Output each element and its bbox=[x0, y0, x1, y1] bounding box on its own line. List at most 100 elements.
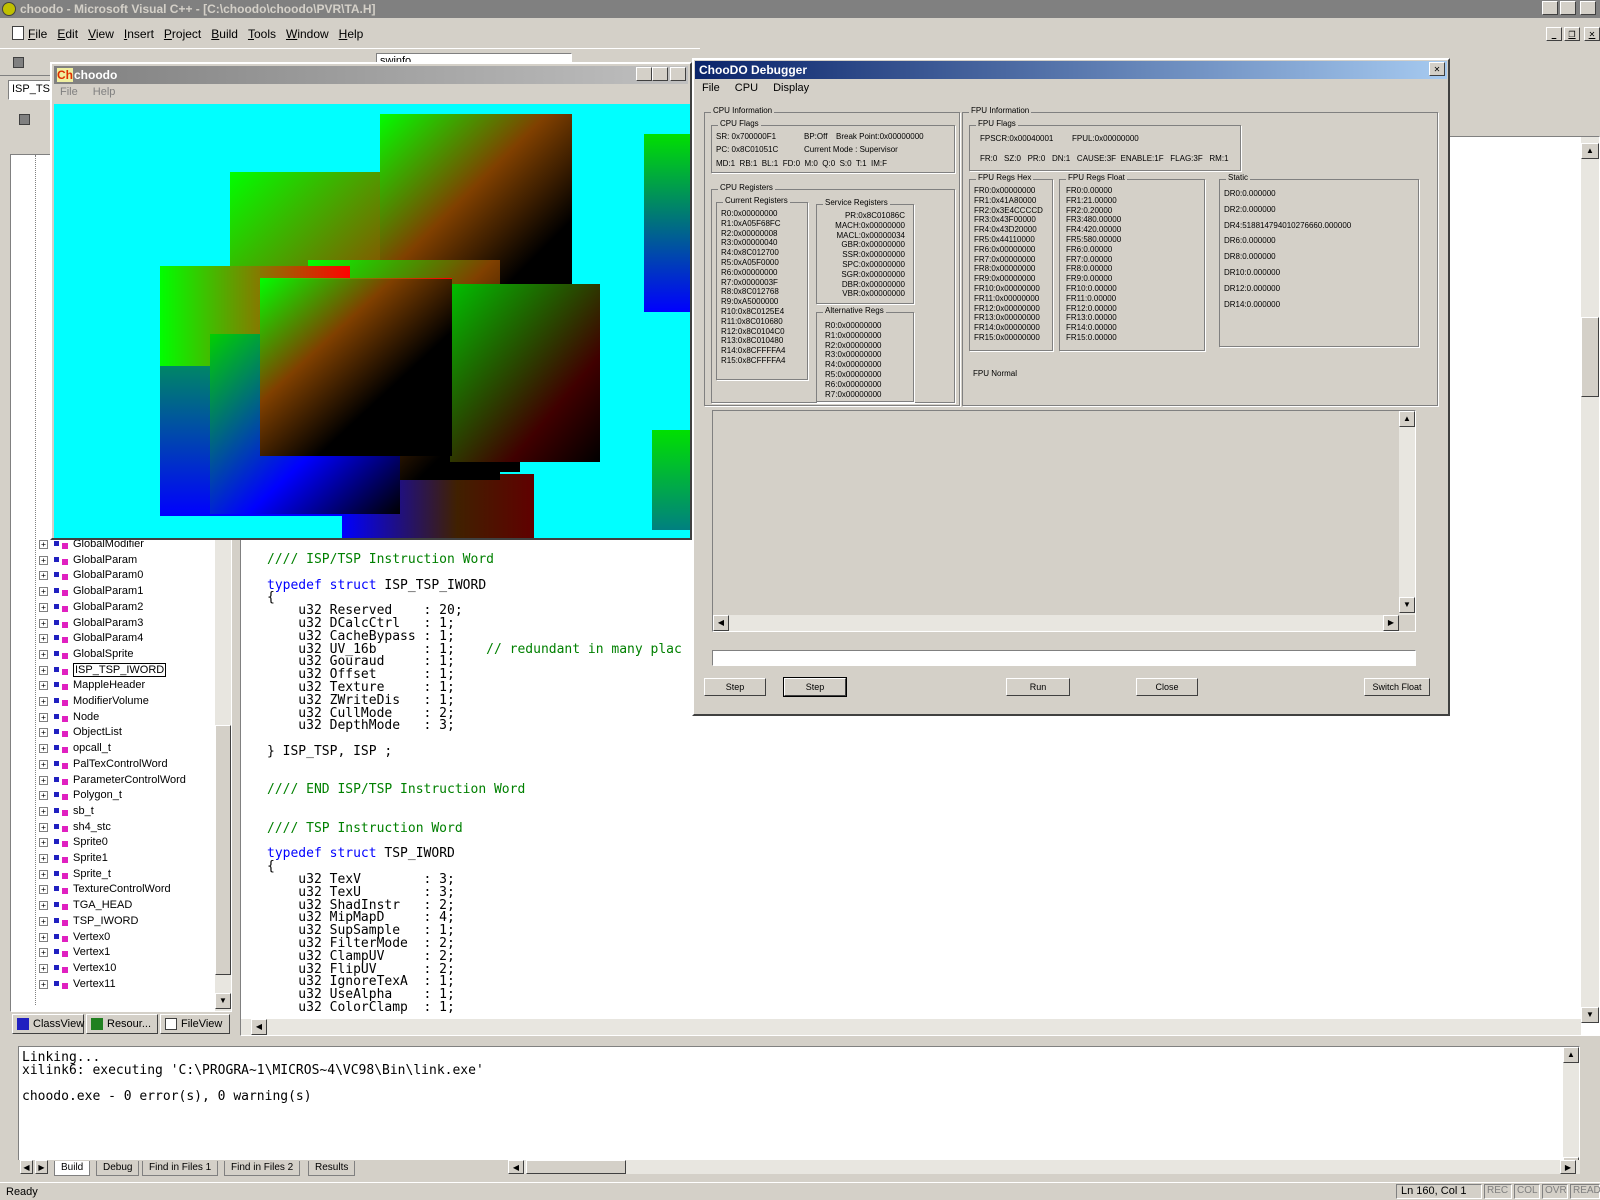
expand-icon[interactable]: + bbox=[39, 806, 48, 816]
output-tab-results[interactable]: Results bbox=[308, 1161, 356, 1176]
expand-icon[interactable]: + bbox=[39, 775, 48, 785]
expand-icon[interactable]: + bbox=[39, 759, 48, 769]
code-line[interactable]: u32 UseAlpha : 1; bbox=[267, 988, 1567, 1002]
code-line[interactable]: } ISP_TSP, ISP ; bbox=[267, 745, 1567, 759]
code-line[interactable]: u32 FlipUV : 2; bbox=[267, 963, 1567, 977]
menu-insert[interactable]: Insert bbox=[124, 27, 154, 41]
log-scroll-down[interactable]: ▼ bbox=[1399, 597, 1415, 613]
code-line[interactable]: u32 ShadInstr : 2; bbox=[267, 899, 1567, 913]
expand-icon[interactable]: + bbox=[39, 885, 48, 895]
code-line[interactable] bbox=[267, 836, 1567, 849]
code-line[interactable]: typedef struct TSP_IWORD bbox=[267, 847, 1567, 861]
output-tab-prev[interactable]: ◀ bbox=[20, 1160, 33, 1174]
tab-classview[interactable]: ClassView bbox=[12, 1014, 84, 1034]
step-button-2[interactable]: Step bbox=[783, 677, 847, 697]
choodo-close-button[interactable]: ✕ bbox=[670, 67, 686, 81]
menu-project[interactable]: Project bbox=[164, 27, 201, 41]
editor-vscrollbar[interactable]: ▲ ▼ bbox=[1581, 137, 1599, 1023]
output-tab-find1[interactable]: Find in Files 1 bbox=[142, 1161, 219, 1176]
doc-close-button[interactable]: ✕ bbox=[1584, 27, 1600, 41]
code-line[interactable]: u32 ClampUV : 2; bbox=[267, 950, 1567, 964]
tab-resourceview[interactable]: Resour... bbox=[86, 1014, 158, 1034]
tree-item[interactable]: + ObjectList bbox=[11, 725, 221, 741]
expand-icon[interactable]: + bbox=[39, 963, 48, 973]
tree-item[interactable]: + TextureControlWord bbox=[11, 882, 221, 898]
menu-build[interactable]: Build bbox=[211, 27, 238, 41]
log-hscrollbar[interactable]: ◀ ▶ bbox=[713, 615, 1399, 631]
tree-item[interactable]: + Sprite0 bbox=[11, 835, 221, 851]
tree-item[interactable]: + GlobalParam bbox=[11, 553, 221, 569]
output-hscroll-thumb[interactable] bbox=[526, 1160, 626, 1174]
expand-icon[interactable]: + bbox=[39, 649, 48, 659]
output-tab-debug[interactable]: Debug bbox=[96, 1161, 140, 1176]
step-button-1[interactable]: Step bbox=[704, 678, 766, 696]
code-line[interactable]: u32 TexU : 3; bbox=[267, 886, 1567, 900]
expand-icon[interactable]: + bbox=[39, 540, 48, 549]
code-line[interactable]: u32 ColorClamp : 1; bbox=[267, 1001, 1567, 1015]
output-hscroll-left[interactable]: ◀ bbox=[508, 1160, 524, 1174]
tree-item[interactable]: + Node bbox=[11, 710, 221, 726]
output-tab-build[interactable]: Build bbox=[54, 1161, 91, 1176]
log-scroll-up[interactable]: ▲ bbox=[1399, 411, 1415, 427]
code-line[interactable]: u32 DepthMode : 3; bbox=[267, 719, 1567, 733]
code-line[interactable]: //// END ISP/TSP Instruction Word bbox=[267, 783, 1567, 797]
menu-view[interactable]: View bbox=[88, 27, 114, 41]
tree-item[interactable]: + Vertex10 bbox=[11, 961, 221, 977]
output-scroll-up[interactable]: ▲ bbox=[1563, 1047, 1579, 1063]
choodo-menu-file[interactable]: File bbox=[60, 86, 78, 98]
output-hscroll-right[interactable]: ▶ bbox=[1560, 1160, 1576, 1174]
tree-item[interactable]: + ModifierVolume bbox=[11, 694, 221, 710]
expand-icon[interactable]: + bbox=[39, 901, 48, 911]
code-line[interactable]: u32 IgnoreTexA : 1; bbox=[267, 975, 1567, 989]
tab-fileview[interactable]: FileView bbox=[160, 1014, 230, 1034]
tree-item[interactable]: + Polygon_t bbox=[11, 788, 221, 804]
code-line[interactable]: u32 FilterMode : 2; bbox=[267, 937, 1567, 951]
close-button[interactable]: ✕ bbox=[1580, 1, 1596, 15]
output-tab-find2[interactable]: Find in Files 2 bbox=[224, 1161, 301, 1176]
expand-icon[interactable]: + bbox=[39, 602, 48, 612]
code-line[interactable] bbox=[267, 759, 1567, 772]
expand-icon[interactable]: + bbox=[39, 838, 48, 848]
expand-icon[interactable]: + bbox=[39, 555, 48, 565]
tree-item[interactable]: + Vertex11 bbox=[11, 977, 221, 993]
expand-icon[interactable]: + bbox=[39, 979, 48, 989]
choodo-menu-help[interactable]: Help bbox=[93, 86, 116, 98]
code-line[interactable]: { bbox=[267, 860, 1567, 874]
tree-item[interactable]: + sb_t bbox=[11, 804, 221, 820]
debugger-close-button[interactable]: ✕ bbox=[1429, 62, 1445, 76]
tree-item[interactable]: + opcall_t bbox=[11, 741, 221, 757]
expand-icon[interactable]: + bbox=[39, 697, 48, 706]
expand-icon[interactable]: + bbox=[39, 948, 48, 958]
tree-item[interactable]: + Vertex0 bbox=[11, 930, 221, 946]
expand-icon[interactable]: + bbox=[39, 634, 48, 644]
tree-item[interactable]: + ParameterControlWord bbox=[11, 773, 221, 789]
expand-icon[interactable]: + bbox=[39, 916, 48, 926]
tree-item[interactable]: + GlobalParam2 bbox=[11, 600, 221, 616]
code-line[interactable]: u32 TexV : 3; bbox=[267, 873, 1567, 887]
expand-icon[interactable]: + bbox=[39, 587, 48, 597]
log-scroll-left[interactable]: ◀ bbox=[713, 615, 729, 631]
tree-item[interactable]: + GlobalParam1 bbox=[11, 584, 221, 600]
debugger-menu-file[interactable]: File bbox=[702, 82, 720, 94]
minimize-button[interactable]: _ bbox=[1542, 1, 1558, 15]
expand-icon[interactable]: + bbox=[39, 932, 48, 942]
tree-item[interactable]: + TGA_HEAD bbox=[11, 898, 221, 914]
tree-item[interactable]: + Sprite1 bbox=[11, 851, 221, 867]
output-vscrollbar[interactable]: ▲ ▼ bbox=[1563, 1047, 1579, 1173]
tree-item[interactable]: + GlobalSprite bbox=[11, 647, 221, 663]
editor-scroll-left[interactable]: ◀ bbox=[251, 1019, 267, 1035]
expand-icon[interactable]: + bbox=[39, 869, 48, 879]
tree-item[interactable]: + GlobalParam4 bbox=[11, 631, 221, 647]
tree-item[interactable]: + GlobalParam0 bbox=[11, 568, 221, 584]
tree-scroll-thumb[interactable] bbox=[215, 725, 231, 975]
switch-float-button[interactable]: Switch Float bbox=[1364, 678, 1430, 696]
output-hscrollbar[interactable]: ◀ ▶ bbox=[508, 1160, 1580, 1174]
expand-icon[interactable]: + bbox=[39, 618, 48, 628]
menu-edit[interactable]: Edit bbox=[57, 27, 78, 41]
editor-hscrollbar[interactable]: ◀ bbox=[241, 1019, 1581, 1035]
log-scroll-right[interactable]: ▶ bbox=[1383, 615, 1399, 631]
choodo-minimize-button[interactable]: _ bbox=[636, 67, 652, 81]
menu-tools[interactable]: Tools bbox=[248, 27, 276, 41]
debugger-menu-display[interactable]: Display bbox=[773, 82, 809, 94]
debugger-log-area[interactable]: ▲ ▼ ◀ ▶ bbox=[712, 410, 1416, 632]
